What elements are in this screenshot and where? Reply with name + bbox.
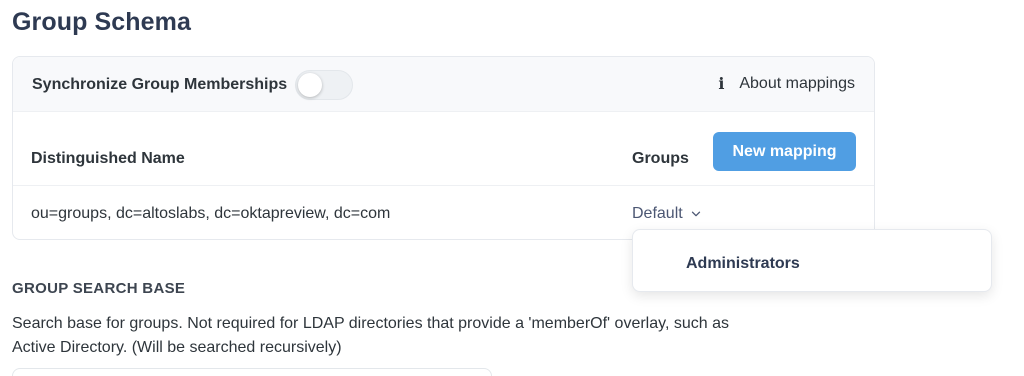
about-mappings-link[interactable]: i About mappings <box>715 74 855 93</box>
row-divider <box>13 185 874 186</box>
mapping-row-group-select[interactable]: Default <box>632 205 701 223</box>
sync-group-memberships-label: Synchronize Group Memberships <box>32 76 288 93</box>
column-header-groups: Groups <box>632 150 689 167</box>
group-mapping-card: Synchronize Group Memberships i About ma… <box>12 56 875 240</box>
mapping-row-dn: ou=groups, dc=altoslabs, dc=oktapreview,… <box>31 205 391 222</box>
card-header: Synchronize Group Memberships i About ma… <box>13 57 874 112</box>
column-header-distinguished-name: Distinguished Name <box>31 150 185 167</box>
chevron-down-icon <box>691 211 700 217</box>
dropdown-item-administrators[interactable]: Administrators <box>686 255 800 273</box>
group-select-value: Default <box>632 205 683 222</box>
toggle-knob <box>298 73 322 97</box>
about-mappings-label: About mappings <box>739 74 855 92</box>
group-search-base-title: GROUP SEARCH BASE <box>12 280 186 297</box>
group-search-base-description: Search base for groups. Not required for… <box>12 315 729 356</box>
sync-group-memberships-toggle[interactable] <box>295 70 353 100</box>
groups-dropdown-menu: Administrators <box>632 229 992 292</box>
new-mapping-button[interactable]: New mapping <box>713 132 856 171</box>
info-icon: i <box>718 74 725 93</box>
page-title: Group Schema <box>12 8 192 36</box>
group-search-base-input[interactable] <box>12 368 492 376</box>
